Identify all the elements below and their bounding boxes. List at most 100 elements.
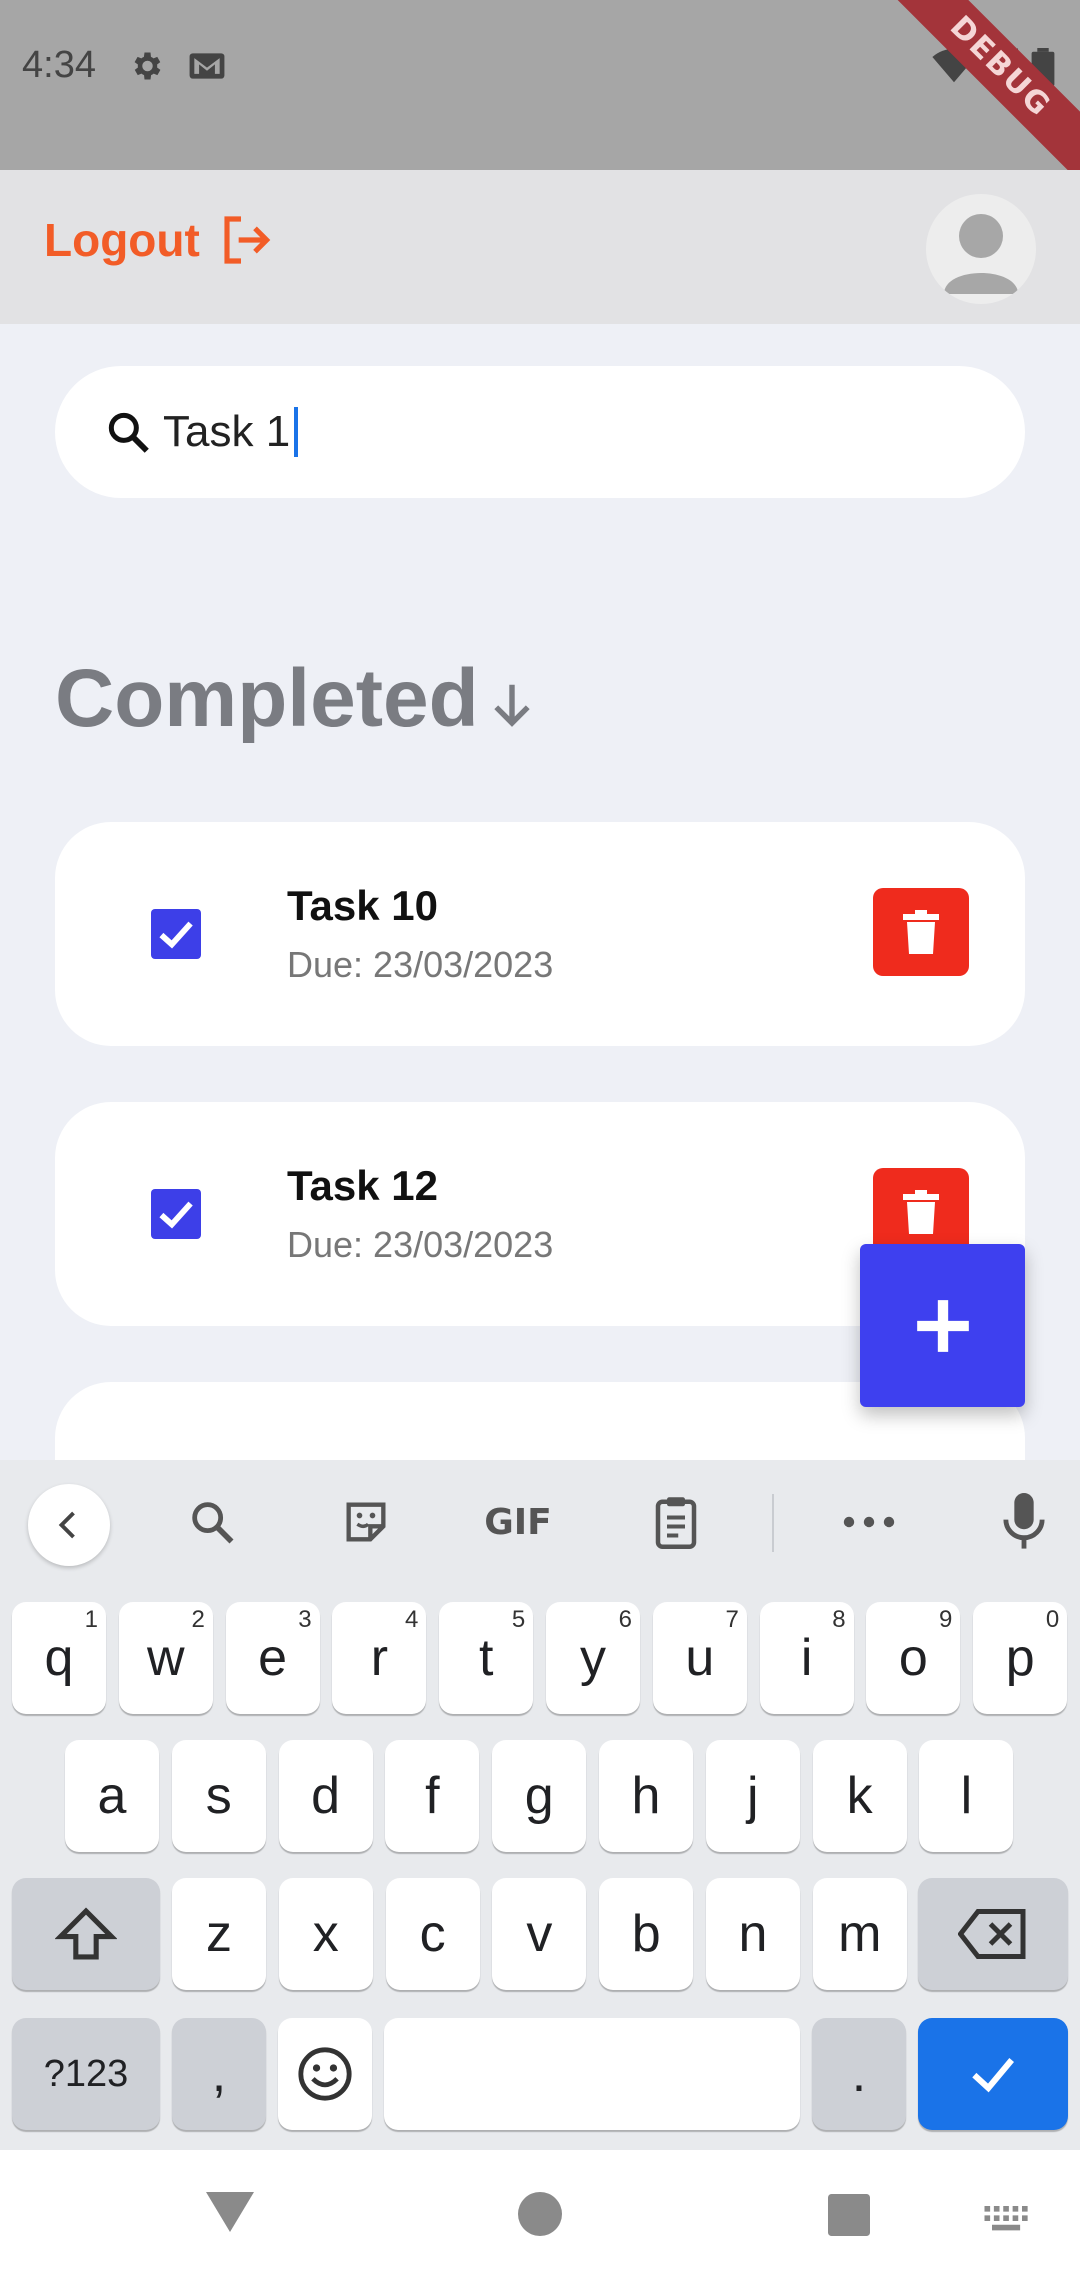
home-circle-icon[interactable] [518, 2192, 562, 2236]
key-hint: 8 [832, 1606, 846, 1633]
emoji-icon [298, 2047, 352, 2101]
key-x[interactable]: x [278, 1878, 373, 1990]
backspace-key[interactable] [918, 1878, 1068, 1990]
search-icon [192, 1502, 234, 1544]
search-input[interactable]: Task 1 [55, 366, 1025, 498]
key-label: k [846, 1767, 873, 1825]
search-icon [108, 412, 149, 453]
key-label: t [478, 1629, 494, 1687]
key-z[interactable]: z [172, 1878, 266, 1990]
key-a[interactable]: a [65, 1740, 159, 1852]
keyboard-back-button[interactable] [28, 1484, 110, 1566]
back-triangle-icon[interactable] [206, 2192, 254, 2232]
gmail-icon [189, 53, 225, 79]
navigation-bar [0, 2150, 1080, 2280]
key-hint: 3 [298, 1606, 312, 1633]
key-n[interactable]: n [706, 1878, 800, 1990]
keyboard-search-button[interactable] [180, 1490, 244, 1554]
voice-input-button[interactable] [994, 1490, 1054, 1554]
sticker-button[interactable] [334, 1490, 398, 1554]
more-horizontal-icon [843, 1516, 895, 1528]
status-bar: 4:34 DEBUG [0, 0, 1080, 191]
key-q[interactable]: q1 [12, 1602, 106, 1714]
task-card[interactable]: Task 10 Due: 23/03/2023 [55, 822, 1025, 1046]
task-checkbox[interactable] [151, 909, 201, 959]
task-title: Task 12 [287, 1162, 438, 1209]
key-hint: 7 [725, 1606, 739, 1633]
delete-task-button[interactable] [873, 1168, 969, 1256]
keyboard-switch-icon[interactable] [984, 2206, 1030, 2236]
key-label: f [425, 1767, 440, 1825]
key-l[interactable]: l [919, 1740, 1014, 1852]
key-w[interactable]: w2 [118, 1602, 213, 1714]
key-hint: 4 [405, 1606, 419, 1633]
search-value: Task 1 [163, 407, 291, 456]
key-v[interactable]: v [492, 1878, 587, 1990]
emoji-key[interactable] [278, 2018, 372, 2130]
done-key[interactable] [918, 2018, 1068, 2130]
key-e[interactable]: e3 [225, 1602, 320, 1714]
logout-button[interactable]: Logout [44, 212, 276, 268]
microphone-icon [1003, 1493, 1045, 1549]
key-label: s [205, 1767, 232, 1825]
key-h[interactable]: h [599, 1740, 693, 1852]
key-u[interactable]: u7 [652, 1602, 747, 1714]
key-label: p [1005, 1629, 1035, 1687]
key-label: j [747, 1767, 759, 1825]
check-icon [159, 921, 193, 949]
add-task-button[interactable] [860, 1244, 1025, 1407]
comma-key[interactable]: , [172, 2018, 266, 2130]
key-hint: 9 [939, 1606, 953, 1633]
key-c[interactable]: c [385, 1878, 480, 1990]
recents-square-icon[interactable] [828, 2194, 870, 2236]
check-icon [972, 2058, 1014, 2093]
app-bar: Logout [0, 170, 1080, 324]
symbols-key[interactable]: ?123 [12, 2018, 160, 2130]
toolbar-divider [772, 1494, 774, 1552]
space-key[interactable] [384, 2018, 800, 2130]
key-label: e [258, 1629, 288, 1687]
key-label: h [631, 1767, 661, 1825]
shift-key[interactable] [12, 1878, 160, 1990]
more-options-button[interactable] [836, 1490, 902, 1554]
key-hint: 1 [84, 1606, 98, 1633]
period-key[interactable]: . [812, 2018, 906, 2130]
avatar[interactable] [926, 194, 1036, 304]
key-label: d [311, 1767, 341, 1825]
completed-section-header[interactable]: Completed [55, 652, 539, 746]
key-label: c [419, 1905, 446, 1963]
key-label: g [524, 1767, 554, 1825]
key-f[interactable]: f [385, 1740, 480, 1852]
key-label: a [97, 1767, 127, 1825]
key-r[interactable]: r4 [332, 1602, 427, 1714]
section-title: Completed [55, 653, 479, 744]
task-title: Task 10 [287, 882, 438, 929]
settings-icon [134, 52, 161, 80]
delete-task-button[interactable] [873, 888, 969, 976]
text-cursor [294, 407, 299, 457]
key-m[interactable]: m [812, 1878, 907, 1990]
key-hint: 0 [1045, 1606, 1060, 1633]
gif-button[interactable]: GIF [478, 1490, 558, 1554]
key-j[interactable]: j [705, 1740, 800, 1852]
key-p[interactable]: p0 [973, 1602, 1068, 1714]
key-b[interactable]: b [599, 1878, 694, 1990]
task-checkbox[interactable] [151, 1189, 201, 1239]
key-d[interactable]: d [278, 1740, 373, 1852]
key-label: v [526, 1905, 553, 1963]
key-o[interactable]: o9 [866, 1602, 961, 1714]
task-due-date: Due: 23/03/2023 [287, 944, 554, 985]
person-icon [944, 214, 1018, 294]
key-k[interactable]: k [812, 1740, 907, 1852]
clipboard-button[interactable] [644, 1490, 708, 1554]
key-g[interactable]: g [492, 1740, 587, 1852]
key-label: y [580, 1629, 606, 1687]
plus-icon [916, 1299, 969, 1352]
key-y[interactable]: y6 [546, 1602, 640, 1714]
key-i[interactable]: i8 [759, 1602, 854, 1714]
sticker-icon [346, 1502, 386, 1542]
shift-icon [55, 1907, 117, 1960]
key-hint: 6 [618, 1606, 632, 1633]
key-t[interactable]: t5 [439, 1602, 534, 1714]
key-s[interactable]: s [171, 1740, 266, 1852]
